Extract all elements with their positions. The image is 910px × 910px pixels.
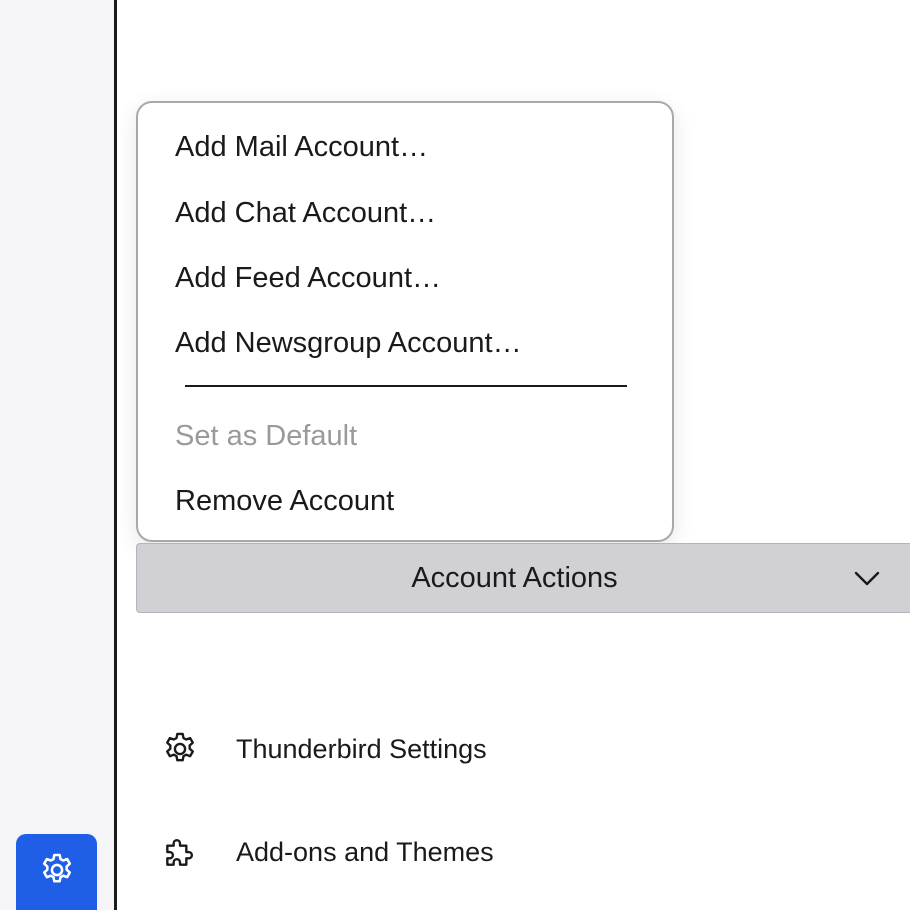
menu-item-remove-account[interactable]: Remove Account [175, 484, 394, 518]
addons-and-themes-link[interactable]: Add-ons and Themes [160, 830, 494, 874]
menu-item-add-feed-account[interactable]: Add Feed Account… [175, 261, 441, 295]
gear-icon [38, 851, 76, 894]
menu-item-add-newsgroup-account[interactable]: Add Newsgroup Account… [175, 326, 522, 360]
account-actions-menu: Add Mail Account… Add Chat Account… Add … [136, 101, 674, 542]
addons-and-themes-label: Add-ons and Themes [236, 837, 494, 867]
puzzle-icon [160, 832, 200, 872]
account-actions-button[interactable]: Account Actions [136, 543, 910, 613]
spaces-toolbar [0, 0, 117, 910]
chevron-down-icon [854, 571, 880, 586]
menu-item-set-as-default: Set as Default [175, 420, 358, 452]
gear-icon [160, 729, 200, 769]
thunderbird-settings-label: Thunderbird Settings [236, 734, 487, 764]
account-actions-label: Account Actions [411, 562, 618, 594]
account-settings-window: Add Mail Account… Add Chat Account… Add … [0, 0, 910, 910]
menu-separator [185, 385, 627, 387]
menu-item-add-mail-account[interactable]: Add Mail Account… [175, 130, 428, 164]
spaces-settings-button[interactable] [16, 834, 97, 910]
thunderbird-settings-link[interactable]: Thunderbird Settings [160, 727, 487, 771]
menu-item-add-chat-account[interactable]: Add Chat Account… [175, 196, 436, 230]
